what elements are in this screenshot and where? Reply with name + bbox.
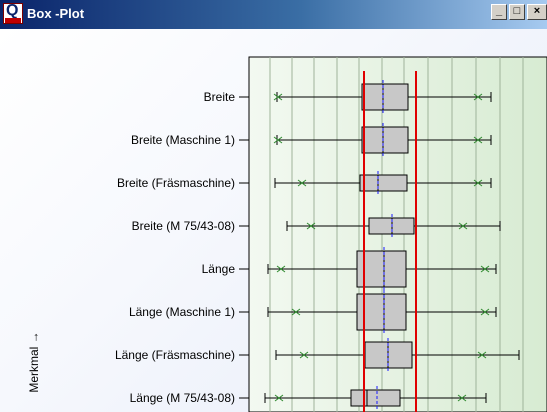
maximize-icon: □ [513,5,521,17]
row-label: Länge (M 75/43-08) [130,391,235,405]
close-button[interactable]: × [527,4,547,20]
window-title: Box -Plot [27,6,85,21]
box [361,83,409,111]
app-logo-stripe [5,18,21,23]
minimize-icon: _ [495,5,503,17]
row-label: Breite (Fräsmaschine) [117,176,235,190]
box [350,389,401,407]
row-label: Länge (Fräsmaschine) [115,348,235,362]
box [359,174,408,192]
row-label: Breite (Maschine 1) [131,133,235,147]
row-label: Breite [204,90,236,104]
title-bar[interactable]: Q Box -Plot _ □ × [0,0,547,29]
row-label: Breite (M 75/43-08) [132,219,235,233]
y-axis-title: Merkmal → [27,331,41,392]
app-logo-icon: Q [3,2,23,24]
close-icon: × [533,5,541,17]
maximize-button[interactable]: □ [509,4,525,20]
row-label: Länge [202,262,236,276]
box-plot-window: Q Box -Plot _ □ × Breite Breite (Maschine… [0,0,547,412]
box-plot-chart: Breite Breite (Maschine 1) Breite (Fräsmas… [27,56,547,412]
box [361,126,409,154]
row-label: Länge (Maschine 1) [129,305,235,319]
minimize-button[interactable]: _ [491,4,507,20]
